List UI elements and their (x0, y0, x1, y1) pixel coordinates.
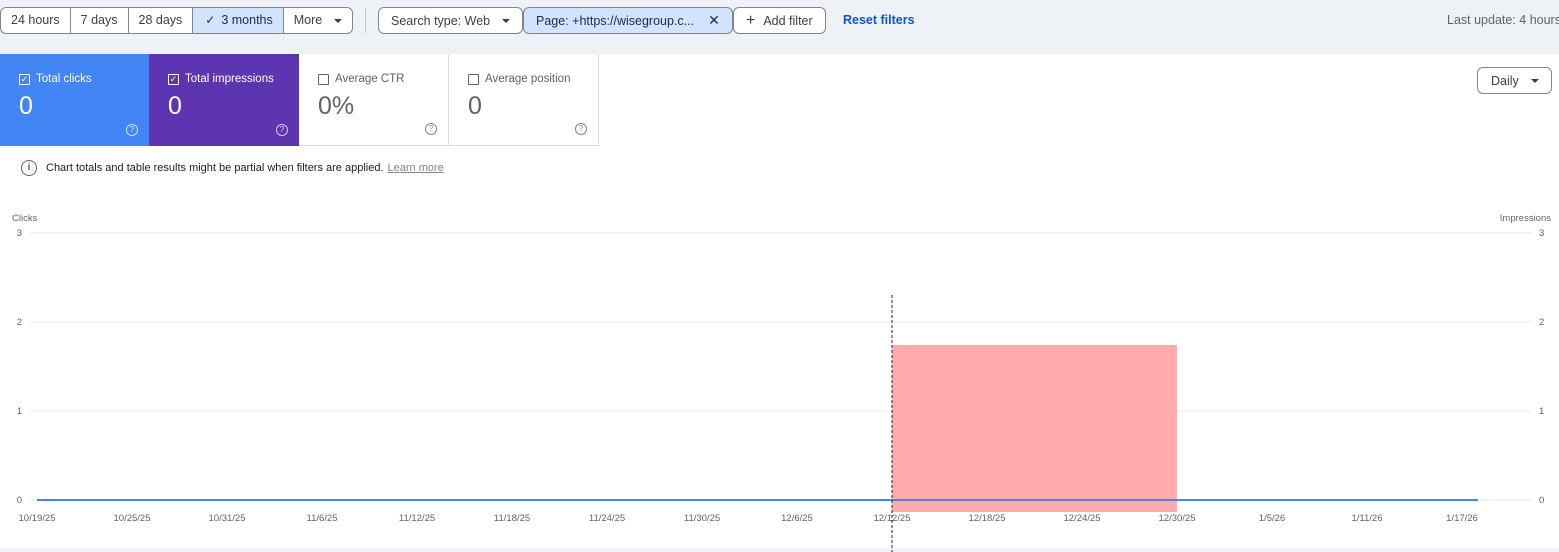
x-tick-label: 10/19/25 (19, 513, 56, 524)
x-tick-label: 1/11/26 (1352, 513, 1383, 524)
x-tick-label: 11/12/25 (399, 513, 435, 524)
x-tick-label: 11/18/25 (494, 513, 530, 524)
x-tick-label: 12/30/25 (1159, 513, 1196, 524)
x-tick-label: 1/17/26 (1446, 513, 1478, 524)
y-right-tick-label: 1 (1539, 406, 1544, 417)
x-tick-label: 11/30/25 (684, 513, 720, 524)
y-right-tick-label: 2 (1539, 317, 1544, 328)
x-tick-label: 12/6/25 (781, 513, 813, 524)
x-tick-label: 11/6/25 (307, 513, 338, 524)
y-left-tick-label: 2 (17, 317, 22, 328)
performance-chart: 0 0 1 1 2 2 3 3 Clicks Impressions 10/19/25 10/25/2… (12, 213, 1551, 552)
y-left-axis-label: Clicks (12, 213, 38, 224)
y-left-tick-label: 3 (17, 228, 22, 239)
y-left-tick-label: 0 (17, 495, 22, 506)
y-right-tick-label: 3 (1539, 228, 1544, 239)
x-tick-label: 1/5/26 (1259, 513, 1285, 524)
x-tick-label: 10/31/25 (209, 513, 246, 524)
x-tick-label: 10/25/25 (114, 513, 151, 524)
y-right-tick-label: 0 (1539, 495, 1544, 506)
x-tick-label: 11/24/25 (589, 513, 625, 524)
x-tick-label: 12/18/25 (969, 513, 1006, 524)
y-left-tick-label: 1 (17, 406, 22, 417)
y-right-axis-label: Impressions (1500, 213, 1551, 224)
highlight-range (892, 345, 1177, 512)
x-tick-label: 12/12/25 (874, 513, 911, 524)
x-tick-label: 12/24/25 (1064, 513, 1101, 524)
